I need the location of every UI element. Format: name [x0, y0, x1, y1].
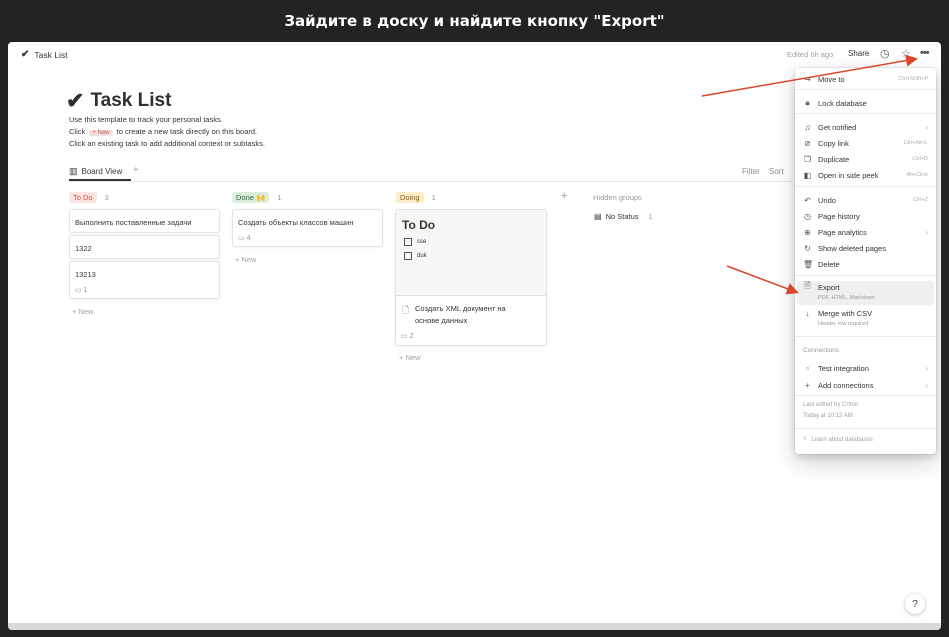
annotation-arrows [701, 54, 918, 295]
arrow-to-export [726, 265, 799, 295]
arrow-to-more-icon [701, 54, 918, 97]
